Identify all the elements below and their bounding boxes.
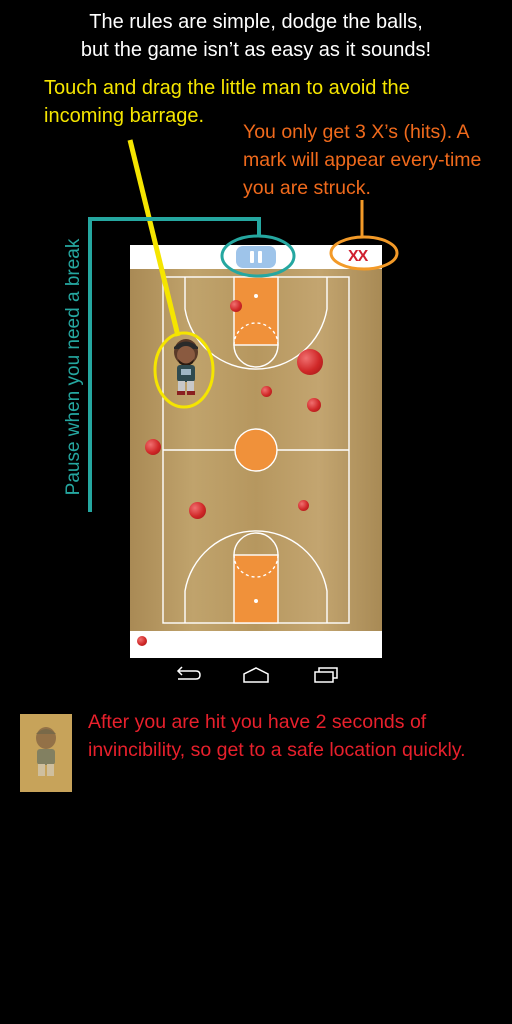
ball xyxy=(230,300,242,312)
ball xyxy=(145,439,161,455)
basketball-court xyxy=(130,269,382,631)
ball xyxy=(307,398,321,412)
ball xyxy=(297,349,323,375)
invincibility-instruction: After you are hit you have 2 seconds of … xyxy=(88,711,466,761)
pause-instruction: Pause when you need a break xyxy=(63,238,84,496)
phone-screen: XX xyxy=(130,245,382,692)
android-nav-bar xyxy=(130,658,382,692)
recents-icon[interactable] xyxy=(306,662,346,688)
ball xyxy=(298,500,309,511)
back-icon[interactable] xyxy=(166,662,206,688)
ball xyxy=(189,502,206,519)
rules-heading: The rules are simple, dodge the balls, b… xyxy=(80,11,432,61)
hits-instruction: You only get 3 X’s (hits). A mark will a… xyxy=(243,121,482,199)
invincible-player-thumbnail xyxy=(20,714,72,792)
home-icon[interactable] xyxy=(236,662,276,688)
ball xyxy=(137,636,147,646)
ball xyxy=(261,386,272,397)
player-character[interactable] xyxy=(166,336,206,398)
pause-button[interactable] xyxy=(236,246,276,268)
hit-marks: XX xyxy=(348,248,368,265)
game-top-bar: XX xyxy=(130,245,382,269)
bottom-status-strip xyxy=(130,631,382,658)
